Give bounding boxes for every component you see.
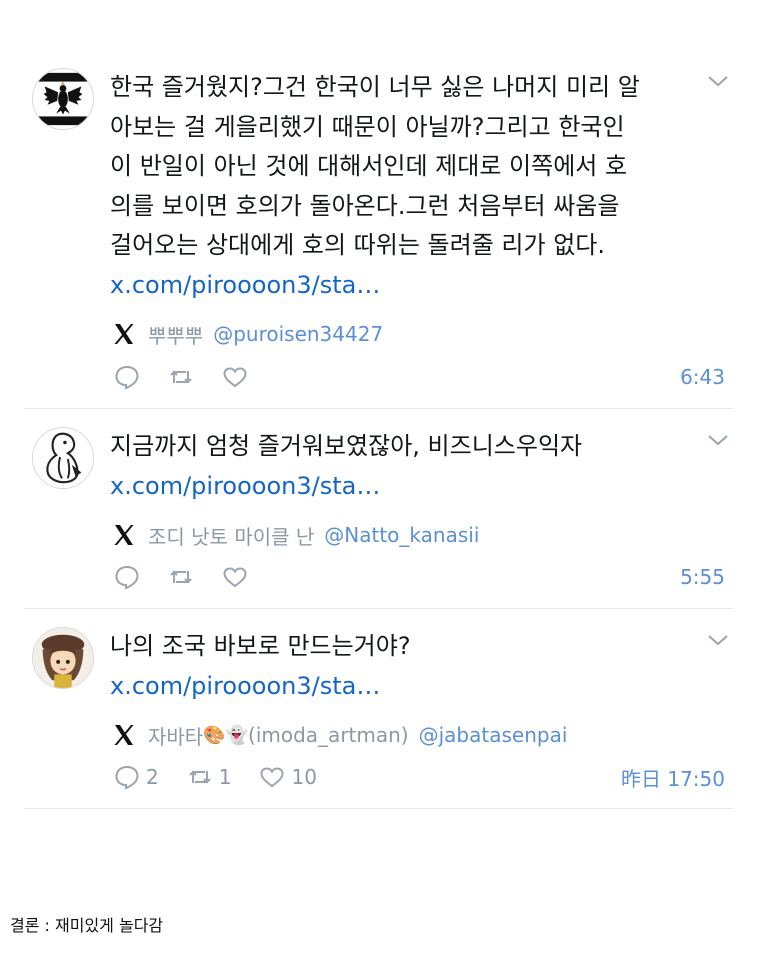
reply-icon (115, 765, 139, 790)
animal-sketch-icon (33, 428, 93, 488)
like-button[interactable]: 10 (259, 764, 317, 790)
more-options-button[interactable] (707, 433, 729, 447)
more-options-button[interactable] (707, 74, 729, 88)
author-name-suffix[interactable]: (imoda_artman) (248, 723, 409, 747)
reply-count: 2 (146, 765, 159, 789)
avatar[interactable] (32, 68, 94, 130)
repost-icon (170, 370, 192, 384)
tweet-time[interactable]: 昨日 17:50 (621, 763, 725, 792)
repost-icon (189, 770, 211, 784)
tweet-link[interactable]: x.com/piroooon3/sta… (110, 266, 693, 306)
tweet-time[interactable]: 5:55 (680, 565, 725, 589)
tweet-source: 조디 낫토 마이클 난 @Natto_kanasii (112, 521, 479, 550)
author-name[interactable]: 자바타 (148, 721, 203, 750)
avatar[interactable] (32, 627, 94, 689)
tweet-text: 지금까지 엄청 즐거워보였잖아, 비즈니스우익자 x.com/piroooon3/… (110, 427, 693, 506)
reply-button[interactable]: 2 (114, 764, 159, 790)
reply-button[interactable] (114, 364, 140, 390)
avatar[interactable] (32, 427, 94, 489)
tweet-source: 뿌뿌뿌 @puroisen34427 (112, 320, 383, 349)
reply-button[interactable] (114, 564, 140, 590)
chevron-down-icon (708, 635, 728, 646)
like-count: 10 (291, 765, 317, 789)
like-icon (223, 567, 247, 588)
author-name[interactable]: 조디 낫토 마이클 난 (148, 521, 314, 550)
author-handle[interactable]: @jabatasenpai (419, 723, 568, 747)
prussian-eagle-flag-icon (33, 69, 93, 129)
tweet-body: 한국 즐거웠지?그건 한국이 너무 싫은 나머지 미리 알 아보는 걸 게을리했… (110, 73, 640, 259)
chevron-down-icon (708, 435, 728, 446)
tweet[interactable]: 나의 조국 바보로 만드는거야? x.com/piroooon3/sta… 자바타… (24, 609, 733, 809)
tweet-text: 한국 즐거웠지?그건 한국이 너무 싫은 나머지 미리 알 아보는 걸 게을리했… (110, 68, 693, 305)
tweet-actions: 6:43 (114, 363, 725, 391)
like-button[interactable] (222, 564, 248, 590)
x-logo-icon (112, 322, 136, 346)
tweet[interactable]: 지금까지 엄청 즐거워보였잖아, 비즈니스우익자 x.com/piroooon3/… (24, 409, 733, 609)
repost-button[interactable] (168, 564, 194, 590)
tweet-feed: 한국 즐거웠지?그건 한국이 너무 싫은 나머지 미리 알 아보는 걸 게을리했… (24, 50, 733, 809)
author-handle[interactable]: @puroisen34427 (213, 322, 383, 346)
tweet-actions: 2 1 10 昨日 17:50 (114, 763, 725, 791)
like-icon (260, 767, 284, 788)
tweet-actions: 5:55 (114, 563, 725, 591)
more-options-button[interactable] (707, 633, 729, 647)
x-logo-icon (112, 523, 136, 547)
anime-girl-beret-icon (33, 628, 93, 688)
tweet-body: 나의 조국 바보로 만드는거야? (110, 632, 411, 660)
tweet-source: 자바타 🎨👻 (imoda_artman) @jabatasenpai (112, 721, 568, 750)
tweet-text: 나의 조국 바보로 만드는거야? x.com/piroooon3/sta… (110, 627, 693, 706)
repost-count: 1 (218, 765, 232, 789)
tweet-link[interactable]: x.com/piroooon3/sta… (110, 467, 693, 507)
author-name[interactable]: 뿌뿌뿌 (148, 320, 203, 349)
tweet-link[interactable]: x.com/piroooon3/sta… (110, 667, 693, 707)
x-logo-icon (112, 723, 136, 747)
reply-icon (115, 365, 139, 390)
tweet-time[interactable]: 6:43 (680, 365, 725, 389)
repost-icon (170, 570, 192, 584)
reply-icon (115, 565, 139, 590)
tweet-body: 지금까지 엄청 즐거워보였잖아, 비즈니스우익자 (110, 432, 583, 460)
tweet[interactable]: 한국 즐거웠지?그건 한국이 너무 싫은 나머지 미리 알 아보는 걸 게을리했… (24, 50, 733, 409)
chevron-down-icon (708, 76, 728, 87)
repost-button[interactable] (168, 364, 194, 390)
author-emoji: 🎨👻 (203, 724, 249, 746)
like-button[interactable] (222, 364, 248, 390)
repost-button[interactable]: 1 (187, 764, 232, 790)
like-icon (223, 367, 247, 388)
author-handle[interactable]: @Natto_kanasii (324, 523, 479, 547)
caption-text: 결론 : 재미있게 놀다감 (10, 916, 164, 935)
